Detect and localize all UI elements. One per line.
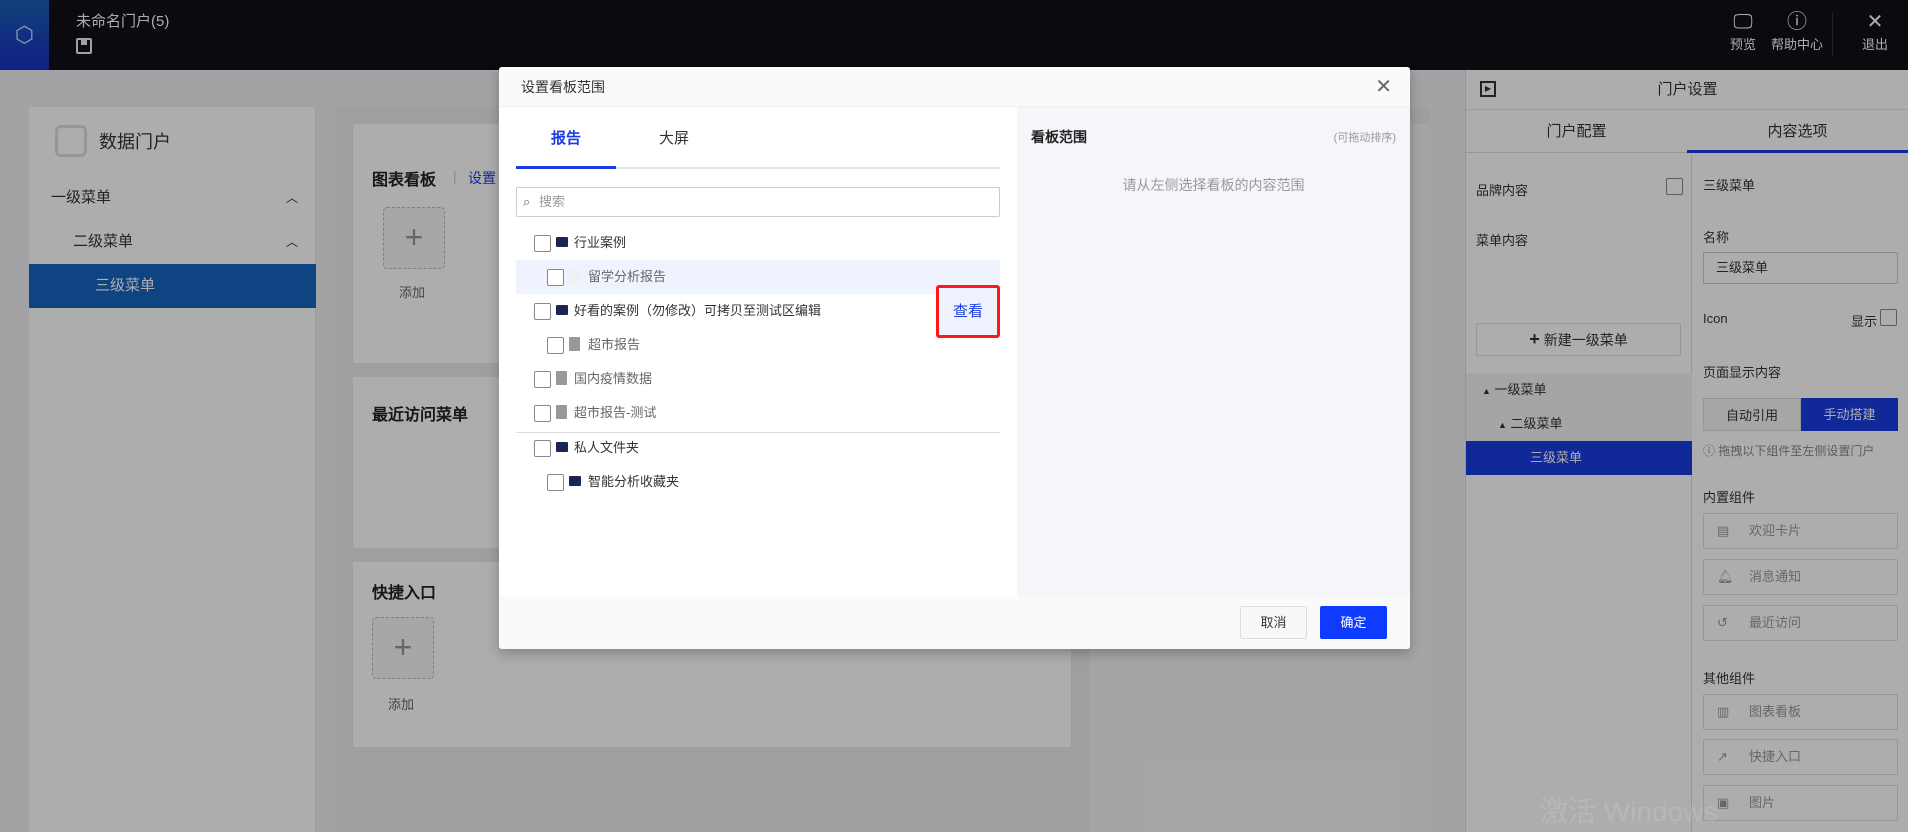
tree-label: 留学分析报告 [588, 269, 667, 284]
tree-report[interactable]: 超市报告 [516, 328, 1000, 362]
folder-icon [569, 476, 581, 486]
tree-label: 智能分析收藏夹 [588, 474, 680, 489]
folder-icon [556, 237, 568, 247]
tree-folder[interactable]: 智能分析收藏夹 [516, 465, 1000, 499]
checkbox[interactable] [534, 371, 551, 388]
close-icon[interactable]: ✕ [1375, 67, 1392, 107]
tree-folder[interactable]: 好看的案例（勿修改）可拷贝至测试区编辑 [516, 294, 1000, 328]
report-icon [556, 405, 567, 419]
view-button[interactable]: 查看 [936, 285, 1000, 338]
tree-report[interactable]: 国内疫情数据 [516, 362, 1000, 396]
search-input[interactable]: ⌕ 搜索 [516, 187, 1000, 217]
report-icon [569, 337, 580, 351]
active-tab-indicator [516, 166, 616, 169]
tree-label: 国内疫情数据 [574, 371, 653, 386]
report-icon [569, 269, 580, 283]
folder-icon [556, 305, 568, 315]
selected-scope-panel: 看板范围 (可拖动排序) 请从左侧选择看板的内容范围 [1017, 107, 1410, 596]
tree-report[interactable]: 超市报告-测试 [516, 396, 1000, 430]
checkbox[interactable] [547, 269, 564, 286]
empty-state: 请从左侧选择看板的内容范围 [1122, 177, 1305, 193]
os-watermark: 激活 Windows [1540, 796, 1718, 827]
tree-label: 好看的案例（勿修改）可拷贝至测试区编辑 [574, 303, 822, 318]
checkbox[interactable] [534, 235, 551, 252]
folder-icon [556, 442, 568, 452]
tab-report[interactable]: 报告 [506, 127, 626, 155]
checkbox[interactable] [534, 440, 551, 457]
checkbox[interactable] [534, 405, 551, 422]
sort-hint: (可拖动排序) [1333, 132, 1396, 144]
cancel-button[interactable]: 取消 [1240, 606, 1307, 639]
report-icon [556, 371, 567, 385]
checkbox[interactable] [547, 337, 564, 354]
scope-title: 看板范围 [1031, 129, 1087, 145]
checkbox[interactable] [547, 474, 564, 491]
dialog-title: 设置看板范围 [499, 67, 1410, 107]
tree-report[interactable]: 留学分析报告 [516, 260, 1000, 294]
confirm-button[interactable]: 确定 [1320, 606, 1387, 639]
tree-label: 私人文件夹 [574, 440, 640, 455]
tree-label: 超市报告 [588, 337, 641, 352]
tree-label: 超市报告-测试 [574, 405, 657, 420]
search-placeholder: 搜索 [539, 194, 566, 209]
board-scope-dialog: 设置看板范围 ✕ 报告 大屏 ⌕ 搜索 行业案例 留学分析报告 好看的案例（勿修改… [499, 67, 1410, 649]
search-icon: ⌕ [523, 194, 531, 209]
checkbox[interactable] [534, 303, 551, 320]
tree-folder[interactable]: 私人文件夹 [516, 431, 1000, 465]
tree-label: 行业案例 [574, 235, 627, 250]
tab-big-screen[interactable]: 大屏 [614, 127, 734, 155]
source-panel: 报告 大屏 ⌕ 搜索 行业案例 留学分析报告 好看的案例（勿修改）可拷贝至测试区编… [499, 107, 1017, 596]
dialog-footer: 取消 确定 [499, 596, 1410, 649]
tree-folder[interactable]: 行业案例 [516, 226, 1000, 260]
